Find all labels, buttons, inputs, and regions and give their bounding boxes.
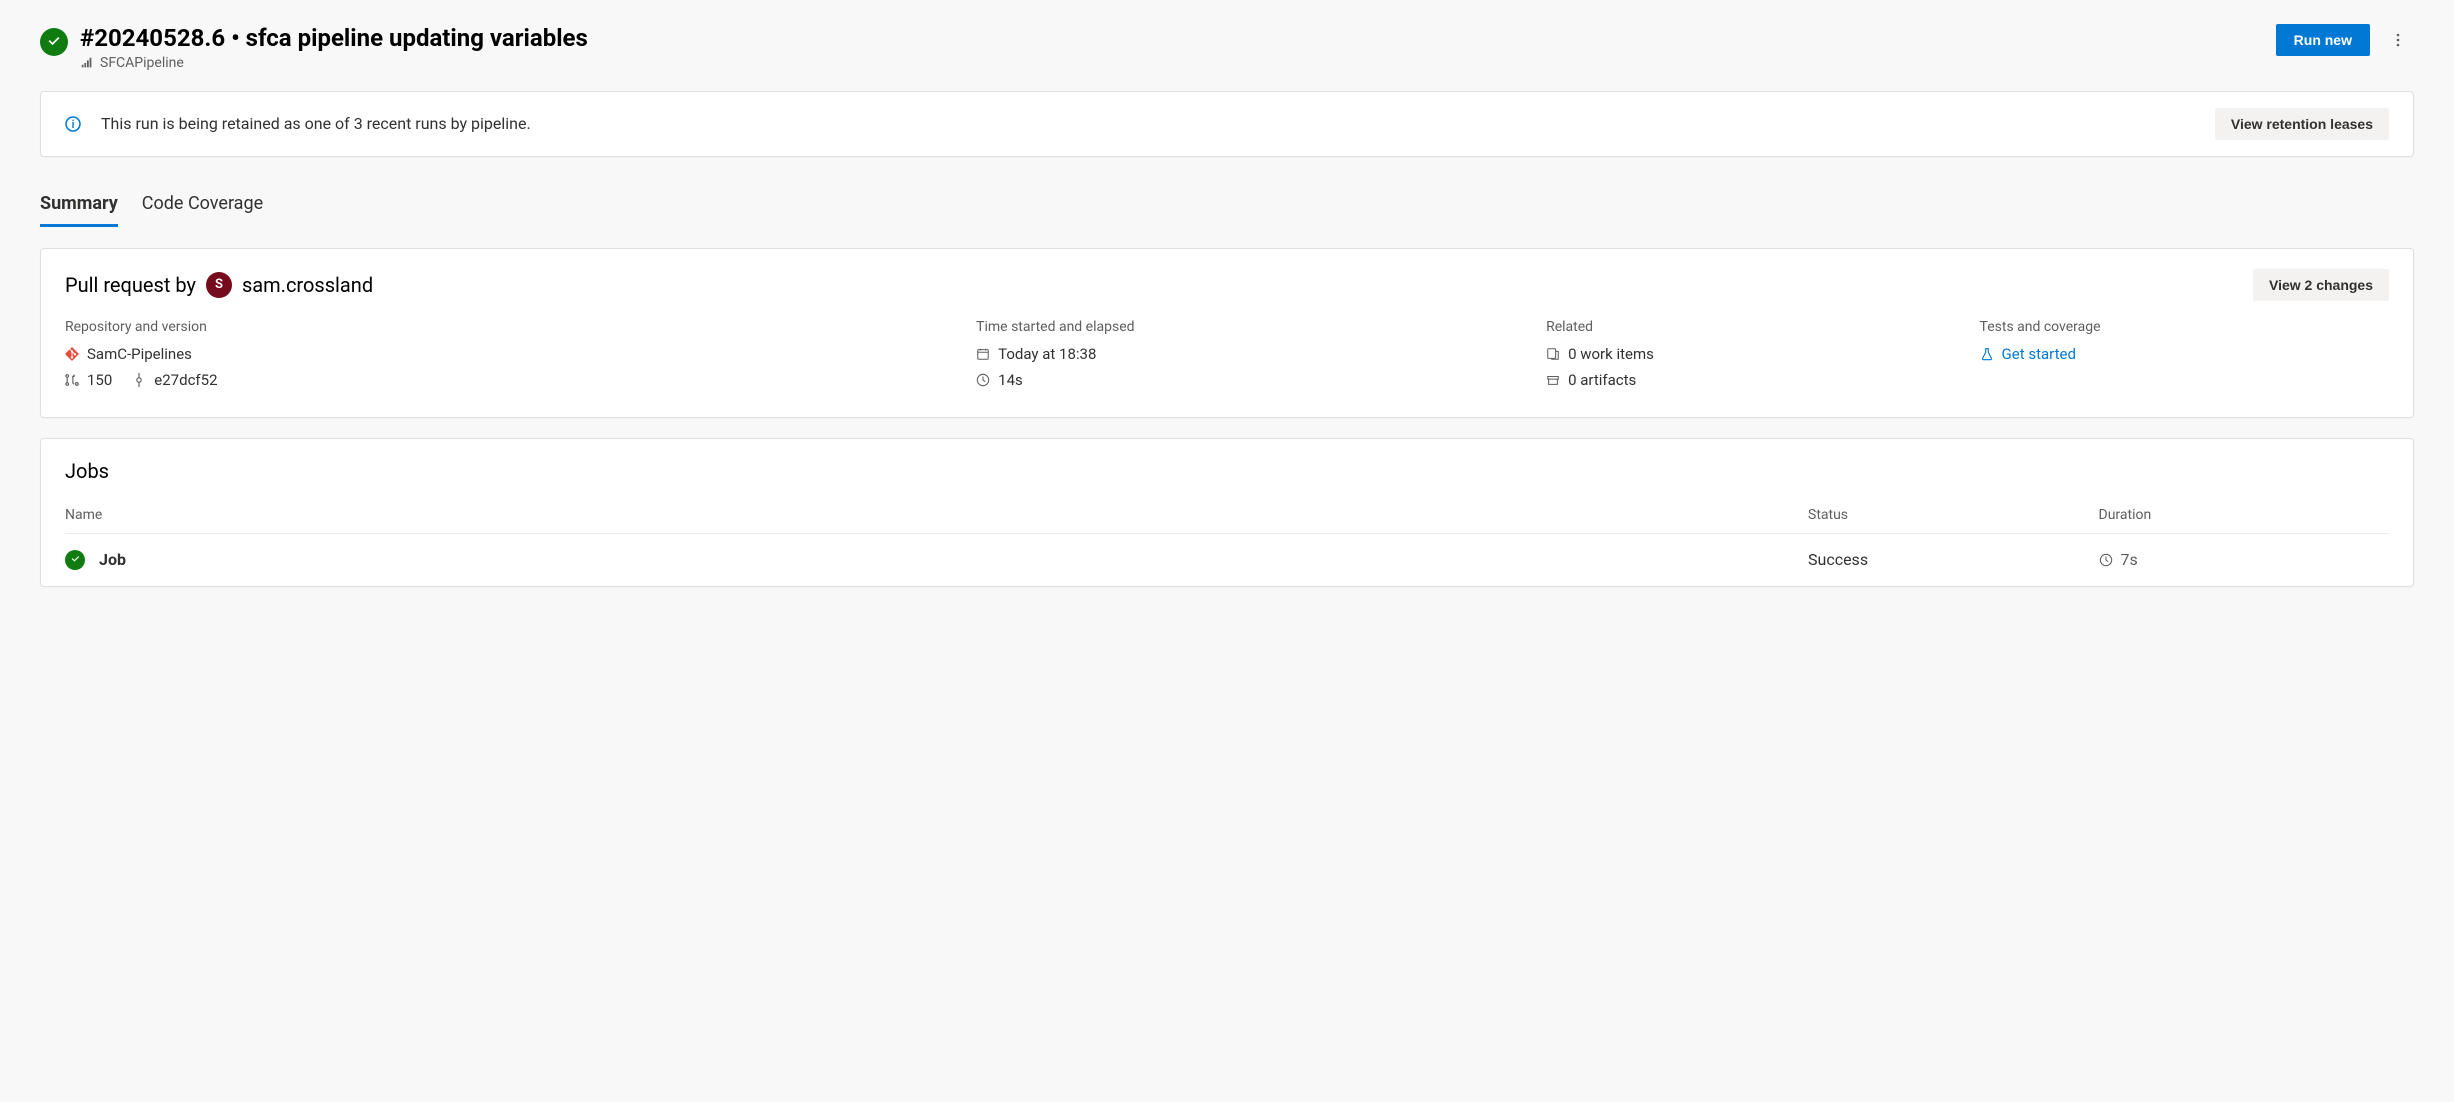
calendar-icon [976, 347, 990, 361]
svg-text:i: i [72, 118, 75, 131]
view-retention-leases-button[interactable]: View retention leases [2215, 108, 2389, 140]
col-time: Time started and elapsed Today at 18:38 … [976, 319, 1522, 397]
run-status-success-icon [40, 28, 68, 56]
repo-link[interactable]: SamC-Pipelines [65, 345, 952, 363]
time-elapsed: 14s [976, 371, 1522, 389]
pr-author-block: Pull request by S sam.crossland [65, 272, 373, 298]
commit-hash: e27dcf52 [154, 371, 217, 389]
pipeline-icon [80, 56, 94, 70]
get-started-text: Get started [2002, 345, 2076, 363]
started-value: Today at 18:38 [998, 345, 1096, 363]
job-status: Success [1808, 550, 2099, 569]
more-actions-button[interactable] [2382, 24, 2414, 56]
col-time-title: Time started and elapsed [976, 319, 1522, 335]
summary-card: Pull request by S sam.crossland View 2 c… [40, 248, 2414, 418]
avatar: S [206, 272, 232, 298]
title-block: #20240528.6 • sfca pipeline updating var… [80, 24, 588, 71]
job-duration-cell: 7s [2099, 550, 2390, 569]
job-status-success-icon [65, 550, 85, 570]
repo-name: SamC-Pipelines [87, 345, 192, 363]
pipeline-name: SFCAPipeline [100, 55, 184, 71]
clock-icon [2099, 553, 2113, 567]
jobs-table-header: Name Status Duration [65, 501, 2389, 534]
info-icon: i [65, 116, 81, 132]
get-started-link[interactable]: Get started [1980, 345, 2389, 363]
elapsed-value: 14s [998, 371, 1023, 389]
pr-prefix: Pull request by [65, 273, 196, 297]
artifacts-link[interactable]: 0 artifacts [1546, 371, 1955, 389]
jobs-card: Jobs Name Status Duration Job Success 7s [40, 438, 2414, 587]
header-left: #20240528.6 • sfca pipeline updating var… [40, 24, 588, 71]
tab-summary[interactable]: Summary [40, 185, 118, 227]
col-header-status: Status [1808, 507, 2099, 523]
time-started: Today at 18:38 [976, 345, 1522, 363]
pull-request-icon [65, 373, 79, 387]
pr-commit-row: 150 e27dcf52 [65, 371, 952, 397]
work-items-link[interactable]: 0 work items [1546, 345, 1955, 363]
col-repo: Repository and version SamC-Pipelines 15… [65, 319, 952, 397]
job-duration: 7s [2121, 550, 2138, 569]
artifacts-value: 0 artifacts [1568, 371, 1636, 389]
col-tests: Tests and coverage Get started [1980, 319, 2389, 397]
clock-icon [976, 373, 990, 387]
col-tests-title: Tests and coverage [1980, 319, 2389, 335]
work-items-value: 0 work items [1568, 345, 1654, 363]
git-icon [65, 347, 79, 361]
col-header-name: Name [65, 507, 1808, 523]
tabs: Summary Code Coverage [40, 185, 2414, 228]
pipeline-link[interactable]: SFCAPipeline [80, 55, 588, 71]
artifact-icon [1546, 373, 1560, 387]
jobs-title: Jobs [65, 459, 2389, 483]
pr-number-link[interactable]: 150 [65, 371, 112, 389]
col-related-title: Related [1546, 319, 1955, 335]
pr-number: 150 [87, 371, 112, 389]
job-name: Job [99, 550, 126, 569]
col-header-duration: Duration [2099, 507, 2390, 523]
retention-message: This run is being retained as one of 3 r… [101, 114, 531, 133]
col-related: Related 0 work items 0 artifacts [1546, 319, 1955, 397]
run-new-button[interactable]: Run new [2276, 24, 2370, 56]
page-header: #20240528.6 • sfca pipeline updating var… [40, 24, 2414, 71]
job-name-cell: Job [65, 550, 1808, 570]
retention-left: i This run is being retained as one of 3… [65, 114, 531, 133]
commit-link[interactable]: e27dcf52 [132, 371, 217, 389]
flask-icon [1980, 347, 1994, 361]
tab-code-coverage[interactable]: Code Coverage [142, 185, 263, 227]
view-changes-button[interactable]: View 2 changes [2253, 269, 2389, 301]
author-name: sam.crossland [242, 273, 373, 297]
run-title: #20240528.6 • sfca pipeline updating var… [80, 24, 588, 53]
work-item-icon [1546, 347, 1560, 361]
commit-icon [132, 373, 146, 387]
header-right: Run new [2276, 24, 2414, 56]
summary-head: Pull request by S sam.crossland View 2 c… [65, 269, 2389, 301]
table-row[interactable]: Job Success 7s [65, 534, 2389, 586]
retention-banner: i This run is being retained as one of 3… [40, 91, 2414, 157]
summary-grid: Repository and version SamC-Pipelines 15… [65, 319, 2389, 397]
more-vertical-icon [2390, 32, 2406, 48]
col-repo-title: Repository and version [65, 319, 952, 335]
